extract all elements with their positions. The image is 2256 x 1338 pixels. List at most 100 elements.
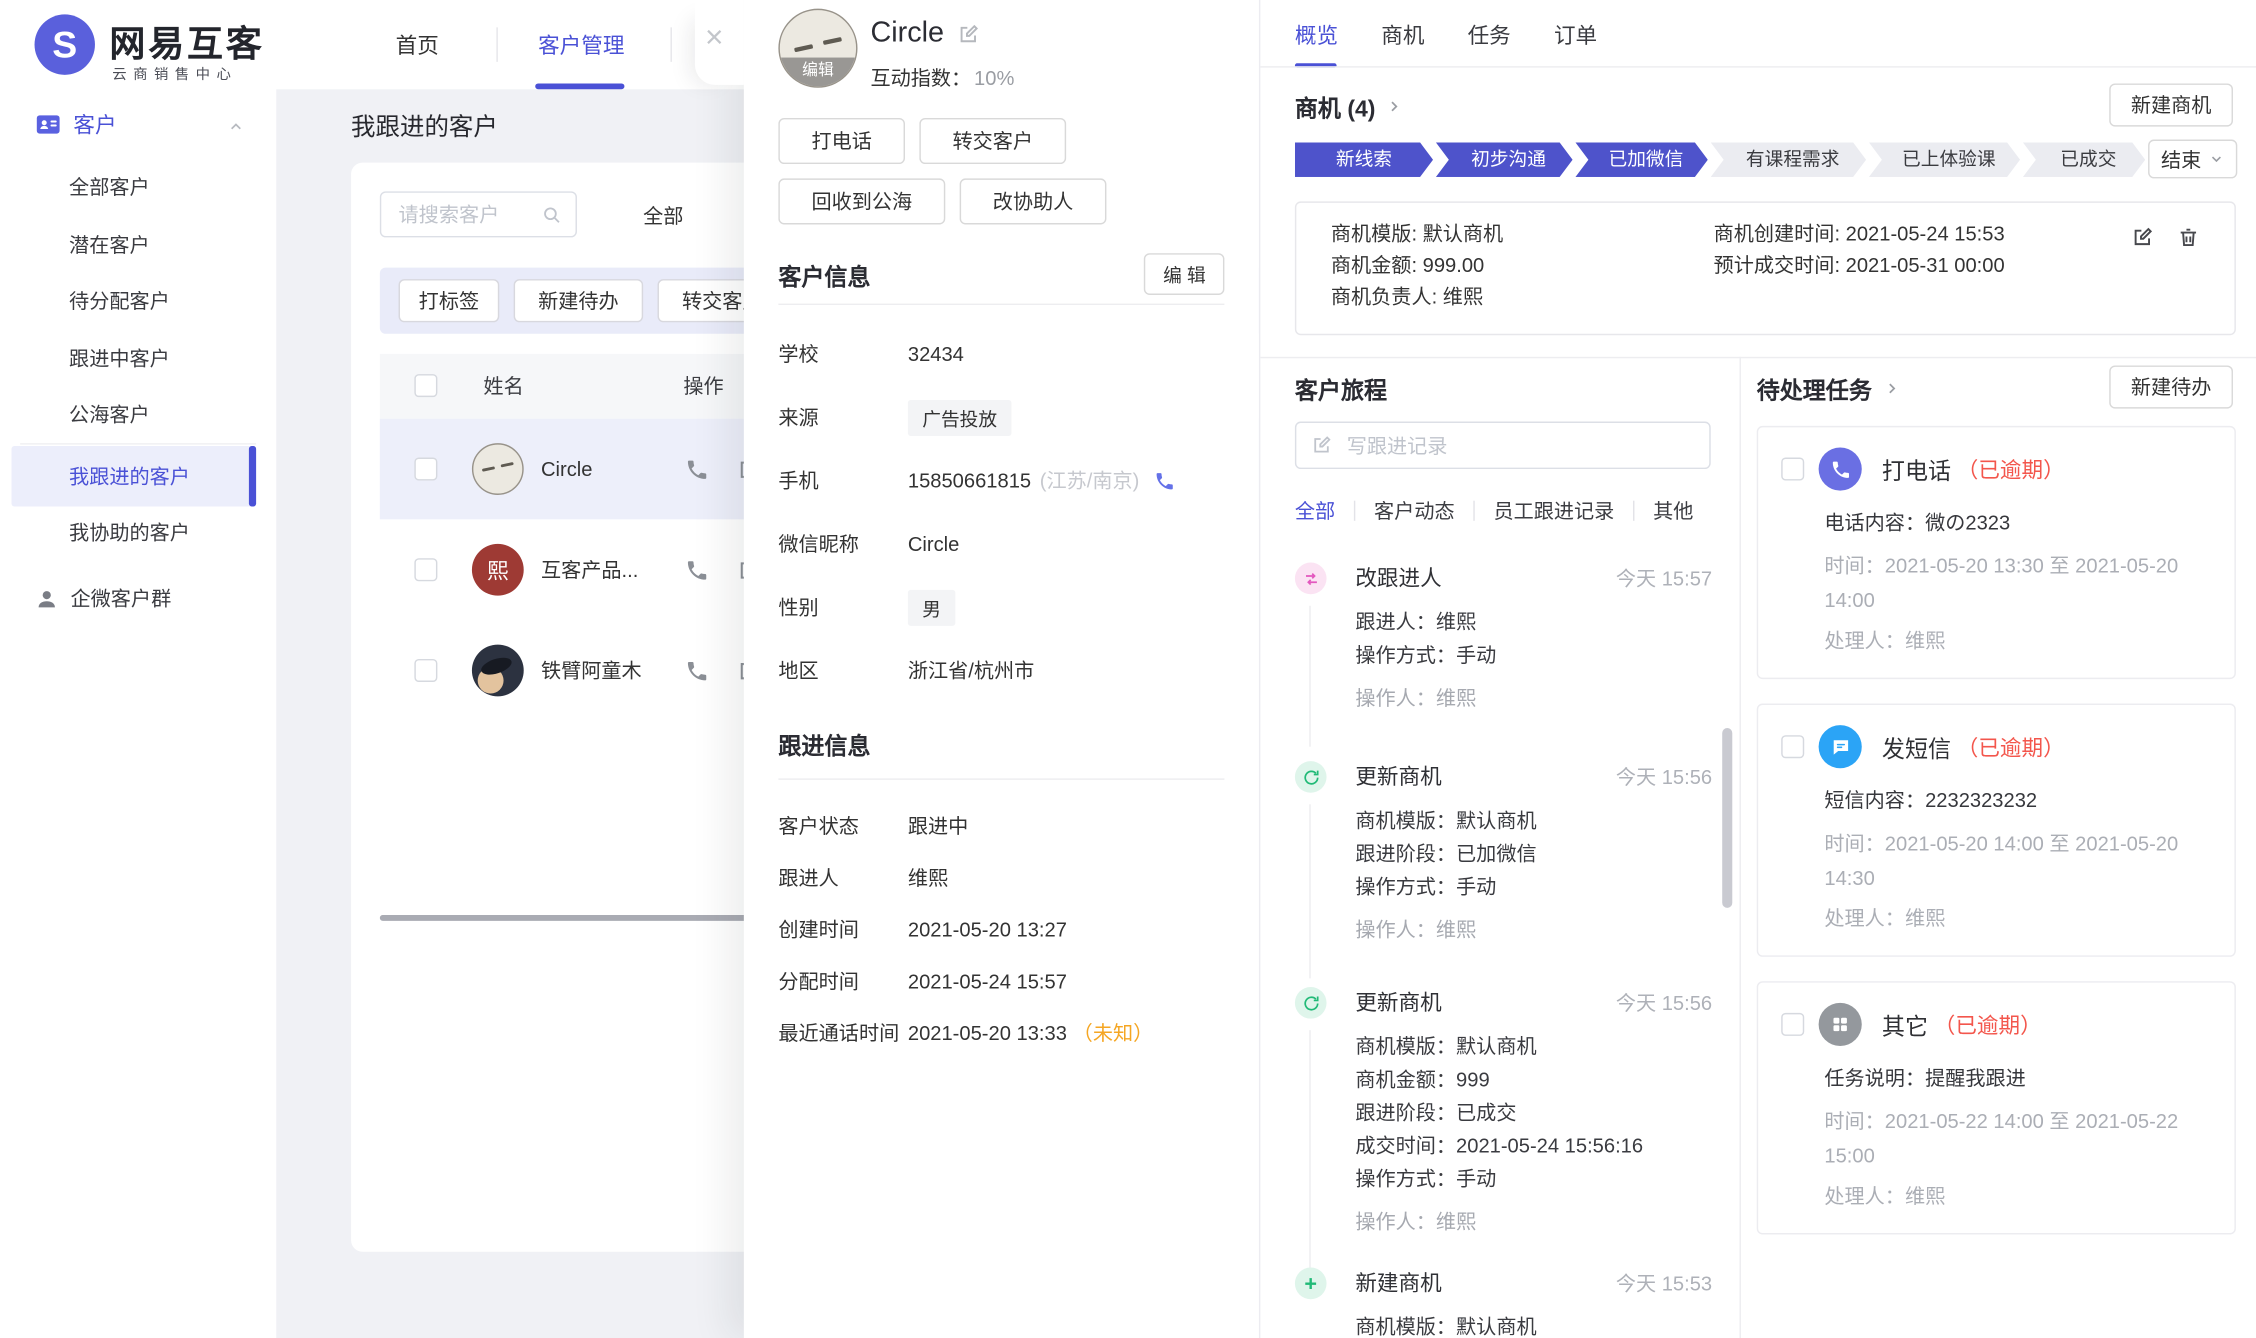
filter-other[interactable]: 其他: [1653, 496, 1693, 525]
filter-dropdown[interactable]: 全部: [643, 201, 683, 230]
sidebar-item-all-customers[interactable]: 全部客户: [0, 158, 276, 216]
new-opportunity-button[interactable]: 新建商机: [2109, 83, 2233, 126]
filter-staff-records[interactable]: 员工跟进记录: [1493, 496, 1614, 525]
divider: [1260, 66, 2256, 67]
stage-first-contact[interactable]: 初步沟通: [1436, 142, 1573, 177]
close-icon[interactable]: ×: [705, 22, 724, 54]
divider: [1260, 357, 2256, 358]
field-label: 微信昵称: [778, 529, 907, 558]
sidebar-item-unassigned-customers[interactable]: 待分配客户: [0, 272, 276, 330]
delete-icon[interactable]: [2177, 226, 2200, 249]
opportunity-heading[interactable]: 商机 (4): [1295, 89, 1403, 124]
task-time: 时间：2021-05-22 14:00 至 2021-05-22 15:00: [1824, 1104, 2214, 1173]
entry-operator: 操作人：维熙: [1355, 1207, 1712, 1236]
drawer-close-tab: ×: [695, 0, 744, 85]
detail-tabs: 概览 商机 任务 订单: [1295, 20, 1597, 50]
tag-button[interactable]: 打标签: [399, 279, 500, 322]
stage-closed-won[interactable]: 已成交: [2023, 142, 2145, 177]
phone-icon[interactable]: [1154, 470, 1176, 492]
nav-home[interactable]: 首页: [396, 30, 439, 60]
end-stage-dropdown[interactable]: 结束: [2148, 140, 2237, 179]
task-checkbox[interactable]: [1781, 1013, 1804, 1036]
field-label: 地区: [778, 656, 907, 685]
tab-opportunities[interactable]: 商机: [1381, 20, 1424, 50]
follow-note-input[interactable]: [1344, 432, 1695, 458]
search-input[interactable]: [381, 193, 542, 236]
stage-wechat-added[interactable]: 已加微信: [1575, 142, 1707, 177]
entry-operator: 操作人：维熙: [1355, 915, 1712, 944]
select-all-checkbox[interactable]: [414, 374, 437, 397]
sidebar-item-my-assisted-customers[interactable]: 我协助的客户: [0, 504, 276, 562]
chevron-right-icon: [1883, 380, 1900, 397]
chevron-up-icon[interactable]: [227, 118, 244, 135]
filter-customer-activity[interactable]: 客户动态: [1374, 496, 1455, 525]
transfer-button[interactable]: 转交客户: [919, 118, 1066, 164]
vertical-scrollbar[interactable]: [1722, 728, 1732, 908]
sidebar-item-wecom-groups[interactable]: 企微客户群: [35, 584, 172, 613]
row-checkbox[interactable]: [414, 659, 437, 682]
edit-name-icon[interactable]: [957, 22, 980, 45]
new-todo-button[interactable]: 新建待办: [514, 279, 643, 322]
divider: [1739, 357, 1740, 1338]
search-box: [380, 191, 577, 237]
field-label: 学校: [778, 340, 907, 369]
timeline-entry: 更新商机 今天 15:56 商机模版：默认商机 跟进阶段：已加微信 操作方式：手…: [1295, 761, 1712, 944]
task-title: 其它: [1882, 1007, 1928, 1042]
field-label: 跟进人: [778, 863, 907, 892]
timeline-connector: [1309, 606, 1310, 747]
sidebar-item-potential-customers[interactable]: 潜在客户: [0, 216, 276, 274]
task-title: 发短信: [1882, 729, 1951, 764]
phone-region: (江苏/南京): [1040, 466, 1140, 495]
edit-icon[interactable]: [2131, 226, 2154, 249]
search-icon[interactable]: [541, 204, 563, 226]
tab-tasks[interactable]: 任务: [1468, 20, 1511, 50]
entry-line: 成交时间：2021-05-24 15:56:16: [1355, 1129, 1712, 1162]
change-helper-button[interactable]: 改协助人: [960, 178, 1107, 224]
horizontal-scrollbar[interactable]: [380, 915, 773, 921]
tasks-heading[interactable]: 待处理任务: [1757, 371, 1901, 406]
task-handler: 处理人：维熙: [1824, 626, 2211, 655]
new-task-button[interactable]: 新建待办: [2109, 365, 2233, 408]
opp-created-time: 商机创建时间: 2021-05-24 15:53: [1714, 222, 2005, 245]
row-checkbox[interactable]: [414, 458, 437, 481]
call-button[interactable]: 打电话: [778, 118, 905, 164]
field-school: 学校 32434: [778, 322, 1247, 385]
phone-icon[interactable]: [685, 558, 709, 582]
journey-filters: 全部 客户动态 员工跟进记录 其他: [1295, 496, 1694, 525]
filter-all[interactable]: 全部: [1295, 496, 1335, 525]
divider: [778, 778, 1224, 779]
journey-title: 客户旅程: [1295, 371, 1387, 406]
row-checkbox[interactable]: [414, 558, 437, 581]
tab-overview[interactable]: 概览: [1295, 20, 1338, 50]
entry-line: 商机模版：默认商机: [1355, 804, 1712, 837]
sidebar-item-following-customers[interactable]: 跟进中客户: [0, 329, 276, 387]
opportunity-card: 商机模版: 默认商机 商机金额: 999.00 商机负责人: 维熙 商机创建时间…: [1295, 201, 2236, 335]
entry-line: 跟进人：维熙: [1355, 606, 1712, 639]
field-value: 2021-05-20 13:27: [908, 918, 1067, 941]
avatar[interactable]: 编辑: [778, 9, 857, 88]
task-checkbox[interactable]: [1781, 458, 1804, 481]
timeline-entry: 改跟进人 今天 15:57 跟进人：维熙 操作方式：手动 操作人：维熙: [1295, 563, 1712, 713]
sidebar-item-my-followed-customers[interactable]: 我跟进的客户: [12, 446, 257, 506]
phone-icon[interactable]: [685, 659, 709, 683]
nav-customer-management[interactable]: 客户管理: [538, 30, 624, 60]
write-note-icon: [1311, 435, 1333, 457]
source-tag: 广告投放: [908, 399, 1012, 435]
stage-trial-lesson[interactable]: 已上体验课: [1869, 142, 2020, 177]
stage-new-lead[interactable]: 新线索: [1295, 142, 1433, 177]
task-list: 打电话 （已逾期） 电话内容：微の2323 时间：2021-05-20 13:3…: [1757, 426, 2236, 1235]
tab-orders[interactable]: 订单: [1554, 20, 1597, 50]
sidebar-group-customers[interactable]: 客户: [35, 109, 117, 139]
stage-course-need[interactable]: 有课程需求: [1711, 142, 1866, 177]
task-handler: 处理人：维熙: [1824, 1181, 2211, 1210]
field-value: Circle: [908, 532, 959, 555]
recycle-button[interactable]: 回收到公海: [778, 178, 945, 224]
entry-time: 今天 15:57: [1616, 564, 1712, 593]
task-checkbox[interactable]: [1781, 735, 1804, 758]
timeline-connector: [1309, 804, 1310, 978]
phone-icon[interactable]: [685, 458, 709, 482]
sidebar-item-public-sea-customers[interactable]: 公海客户: [0, 386, 276, 444]
avatar-edit-overlay[interactable]: 编辑: [780, 58, 856, 87]
avatar: [472, 645, 524, 697]
edit-info-button[interactable]: 编 辑: [1144, 253, 1224, 295]
